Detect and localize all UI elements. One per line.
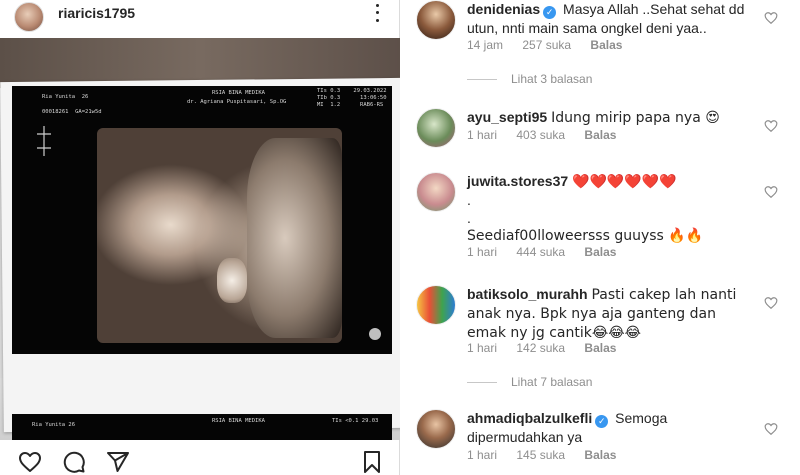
post-author-avatar[interactable] [14, 2, 44, 32]
comment-likes[interactable]: 444 suka [516, 245, 565, 259]
comment-likes[interactable]: 145 suka [516, 448, 565, 462]
ultrasound-image: Ria Yunita 26 00018261 GA=21w5d RSIA BIN… [12, 86, 392, 354]
heart-icon[interactable] [18, 450, 42, 474]
view-replies-button[interactable]: Lihat 3 balasan [467, 72, 592, 86]
comment-text-line: . [467, 192, 471, 208]
bookmark-icon[interactable] [360, 450, 384, 474]
comments-panel: denidenias ✓ Masya Allah ..Sehat sehat dd… [401, 0, 800, 475]
comment-username[interactable]: ahmadiqbalzulkefli [467, 410, 592, 426]
fetus-3d-render [97, 128, 342, 343]
like-comment-heart-icon[interactable] [764, 119, 778, 133]
post-panel: riaricis1795 Ria Yunita 26 00018261 GA=2… [0, 0, 400, 475]
like-comment-heart-icon[interactable] [764, 422, 778, 436]
comment-likes[interactable]: 142 suka [516, 341, 565, 355]
commenter-avatar[interactable] [416, 0, 456, 40]
reply-button[interactable]: Balas [584, 341, 616, 355]
reply-button[interactable]: Balas [584, 448, 616, 462]
reply-button[interactable]: Balas [590, 38, 622, 52]
comment-username[interactable]: batiksolo_murahh [467, 286, 588, 302]
verified-badge-icon: ✓ [543, 6, 557, 19]
comment-time[interactable]: 14 jam [467, 38, 503, 52]
probe-marker-icon [37, 126, 51, 156]
comment-text-line: Seediaf00lloweersss guuyss 🔥🔥 [467, 228, 704, 244]
comment-icon[interactable] [62, 450, 86, 474]
commenter-avatar[interactable] [416, 285, 456, 325]
share-icon[interactable] [106, 450, 130, 474]
like-comment-heart-icon[interactable] [764, 185, 778, 199]
comment-meta: 1 hari 142 suka Balas [467, 341, 632, 355]
comment-text: ❤️❤️❤️❤️❤️❤️ [572, 174, 677, 190]
commenter-avatar[interactable] [416, 409, 456, 449]
comment-time[interactable]: 1 hari [467, 448, 497, 462]
commenter-avatar[interactable] [416, 172, 456, 212]
comment-time[interactable]: 1 hari [467, 128, 497, 142]
like-comment-heart-icon[interactable] [764, 296, 778, 310]
comment-meta: 1 hari 444 suka Balas [467, 245, 632, 259]
comment-text: Idung mirip papa nya 😍 [551, 110, 720, 126]
ultrasound-footer: Ria Yunita 26 RSIA BINA MEDIKA TIs <0.1 … [12, 414, 392, 440]
reply-button[interactable]: Balas [584, 245, 616, 259]
comment-likes[interactable]: 403 suka [516, 128, 565, 142]
reply-button[interactable]: Balas [584, 128, 616, 142]
verified-badge-icon: ✓ [595, 415, 609, 428]
post-photo[interactable]: Ria Yunita 26 00018261 GA=21w5d RSIA BIN… [0, 38, 400, 440]
comment-text-line: . [467, 210, 471, 226]
commenter-avatar[interactable] [416, 108, 456, 148]
post-header: riaricis1795 [0, 0, 400, 38]
like-comment-heart-icon[interactable] [764, 11, 778, 25]
comment-time[interactable]: 1 hari [467, 245, 497, 259]
comment-username[interactable]: denidenias [467, 1, 540, 17]
view-replies-button[interactable]: Lihat 7 balasan [467, 375, 592, 389]
comment-meta: 14 jam 257 suka Balas [467, 38, 638, 52]
comment-meta: 1 hari 403 suka Balas [467, 128, 632, 142]
more-options-icon[interactable] [368, 2, 386, 24]
post-author-username[interactable]: riaricis1795 [58, 5, 135, 21]
comment-time[interactable]: 1 hari [467, 341, 497, 355]
post-actions [0, 448, 400, 475]
comment-likes[interactable]: 257 suka [522, 38, 571, 52]
comment-username[interactable]: ayu_septi95 [467, 109, 547, 125]
comment-username[interactable]: juwita.stores37 [467, 173, 568, 189]
comment-meta: 1 hari 145 suka Balas [467, 448, 632, 462]
orientation-marker-icon [369, 328, 381, 340]
